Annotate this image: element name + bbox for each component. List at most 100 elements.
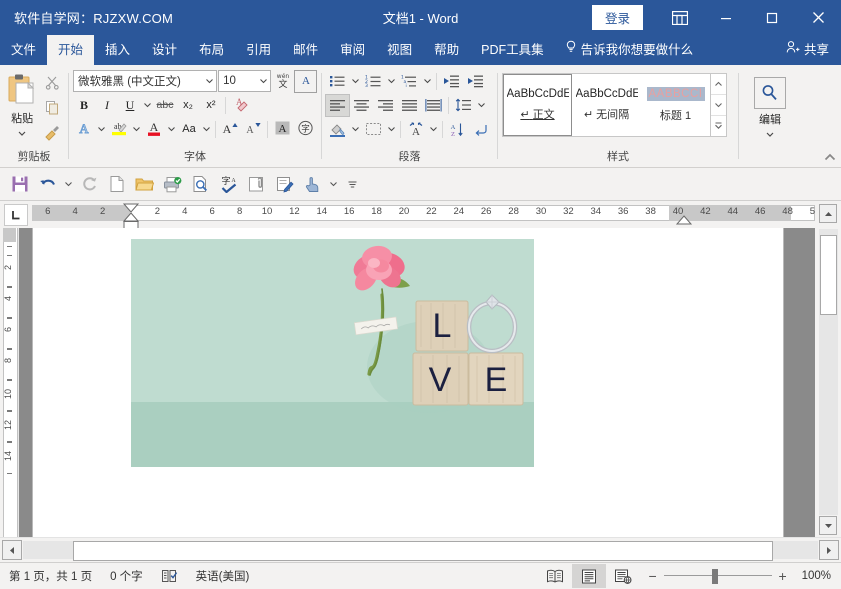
scroll-up-icon[interactable] — [819, 204, 837, 223]
tab-help[interactable]: 帮助 — [423, 35, 470, 65]
font-color-button[interactable]: A — [143, 119, 165, 140]
bold-button[interactable]: B — [73, 95, 95, 116]
page-indicator[interactable]: 第 1 页，共 1 页 — [0, 563, 101, 589]
borders-button[interactable] — [362, 119, 385, 140]
open-button[interactable] — [131, 171, 158, 197]
tab-references[interactable]: 引用 — [235, 35, 282, 65]
highlight-dropdown-icon[interactable] — [131, 119, 142, 140]
decrease-indent-button[interactable] — [440, 71, 463, 92]
style-item-body[interactable]: AaBbCcDdE ↵ 正文 — [503, 74, 572, 136]
show-formatting-marks-button[interactable] — [470, 119, 493, 140]
left-indent-box-icon[interactable] — [121, 221, 141, 228]
sort-button[interactable]: AZ — [446, 119, 469, 140]
ribbon-display-options-icon[interactable] — [657, 0, 703, 35]
enclose-character-button[interactable]: 字 — [294, 119, 316, 140]
quick-print-button[interactable] — [159, 171, 186, 197]
styles-scroll-up-icon[interactable] — [711, 74, 726, 94]
spelling-grammar-button[interactable]: 字A — [215, 171, 242, 197]
line-spacing-button[interactable] — [452, 95, 475, 116]
font-size-dropdown-icon[interactable] — [256, 78, 270, 84]
format-painter-button[interactable] — [41, 123, 63, 145]
sign-in-button[interactable]: 登录 — [592, 5, 643, 30]
align-right-button[interactable] — [374, 95, 397, 116]
italic-button[interactable]: I — [96, 95, 118, 116]
superscript-button[interactable]: x² — [200, 95, 222, 116]
edit-mode-button[interactable] — [271, 171, 298, 197]
chinese-layout-button[interactable]: A — [404, 119, 427, 140]
shading-button[interactable] — [326, 119, 349, 140]
text-effects-dropdown-icon[interactable] — [96, 119, 107, 140]
grow-font-button[interactable]: A — [219, 119, 241, 140]
print-layout-view-button[interactable] — [572, 564, 606, 588]
tab-view[interactable]: 视图 — [376, 35, 423, 65]
tab-review[interactable]: 审阅 — [329, 35, 376, 65]
editing-dropdown-icon[interactable] — [765, 127, 775, 141]
copy-button[interactable] — [41, 98, 63, 120]
shrink-font-button[interactable]: A — [242, 119, 264, 140]
inserted-image[interactable]: L V E — [131, 239, 534, 467]
horizontal-ruler[interactable]: 6422468101214161820222426283032343638404… — [32, 201, 815, 228]
cut-button[interactable] — [41, 73, 63, 95]
styles-scroll-down-icon[interactable] — [711, 94, 726, 115]
font-name-dropdown-icon[interactable] — [202, 78, 216, 84]
horizontal-scroll-trough[interactable] — [23, 541, 818, 559]
tab-file[interactable]: 文件 — [0, 35, 47, 65]
tab-design[interactable]: 设计 — [141, 35, 188, 65]
editing-button[interactable]: 编辑 — [743, 73, 797, 141]
read-mode-view-button[interactable] — [538, 564, 572, 588]
word-count[interactable]: 0 个字 — [101, 563, 152, 589]
tab-insert[interactable]: 插入 — [94, 35, 141, 65]
collapse-ribbon-icon[interactable] — [823, 150, 837, 164]
zoom-out-button[interactable]: − — [644, 564, 662, 588]
scroll-down-icon[interactable] — [819, 516, 837, 535]
clear-formatting-button[interactable]: A — [229, 95, 251, 116]
underline-dropdown-icon[interactable] — [142, 95, 153, 116]
save-button[interactable] — [6, 171, 33, 197]
share-button[interactable]: 共享 — [778, 35, 841, 65]
numbering-dropdown-icon[interactable] — [386, 71, 397, 92]
strikethrough-button[interactable]: abc — [154, 95, 176, 116]
horizontal-scrollbar[interactable] — [0, 537, 841, 562]
underline-button[interactable]: U — [119, 95, 141, 116]
multilevel-list-button[interactable]: 1ai — [398, 71, 421, 92]
styles-more-icon[interactable] — [711, 115, 726, 136]
horizontal-scroll-thumb[interactable] — [73, 541, 773, 561]
character-border-button[interactable]: A — [294, 70, 317, 93]
style-item-heading-1[interactable]: AABBCCI 标题 1 — [641, 74, 710, 136]
align-left-button[interactable] — [326, 95, 349, 116]
character-shading-button[interactable]: A — [271, 119, 293, 140]
customize-qat-icon[interactable] — [346, 171, 358, 197]
style-item-no-spacing[interactable]: AaBbCcDdE ↵ 无间隔 — [572, 74, 641, 136]
font-size-combobox[interactable]: 10 — [218, 70, 271, 92]
zoom-in-button[interactable]: + — [774, 564, 792, 588]
scroll-right-icon[interactable] — [819, 540, 839, 560]
increase-indent-button[interactable] — [464, 71, 487, 92]
paste-dropdown-icon[interactable] — [17, 126, 27, 140]
tab-stop-selector[interactable] — [0, 201, 32, 228]
touch-mode-dropdown-icon[interactable] — [327, 171, 339, 197]
vertical-scroll-trough[interactable] — [819, 229, 838, 515]
minimize-icon[interactable] — [703, 0, 749, 35]
zoom-slider-thumb[interactable] — [712, 569, 718, 584]
font-name-combobox[interactable]: 微软雅黑 (中文正文) — [73, 70, 217, 92]
close-icon[interactable] — [795, 0, 841, 35]
align-center-button[interactable] — [350, 95, 373, 116]
multilevel-dropdown-icon[interactable] — [422, 71, 433, 92]
zoom-slider[interactable] — [662, 564, 774, 588]
undo-button[interactable] — [34, 171, 61, 197]
change-case-dropdown-icon[interactable] — [201, 119, 212, 140]
chinese-layout-dropdown-icon[interactable] — [428, 119, 439, 140]
bullets-dropdown-icon[interactable] — [350, 71, 361, 92]
justify-button[interactable] — [398, 95, 421, 116]
email-button[interactable] — [243, 171, 270, 197]
font-color-dropdown-icon[interactable] — [166, 119, 177, 140]
bullets-button[interactable] — [326, 71, 349, 92]
tell-me-box[interactable]: 告诉我你想要做什么 — [555, 35, 704, 65]
change-case-button[interactable]: Aa — [178, 119, 200, 140]
vertical-scroll-thumb[interactable] — [820, 235, 837, 315]
redo-button[interactable] — [75, 171, 102, 197]
tab-layout[interactable]: 布局 — [188, 35, 235, 65]
shading-dropdown-icon[interactable] — [350, 119, 361, 140]
line-spacing-dropdown-icon[interactable] — [476, 95, 487, 116]
document-canvas[interactable]: L V E — [19, 228, 815, 537]
